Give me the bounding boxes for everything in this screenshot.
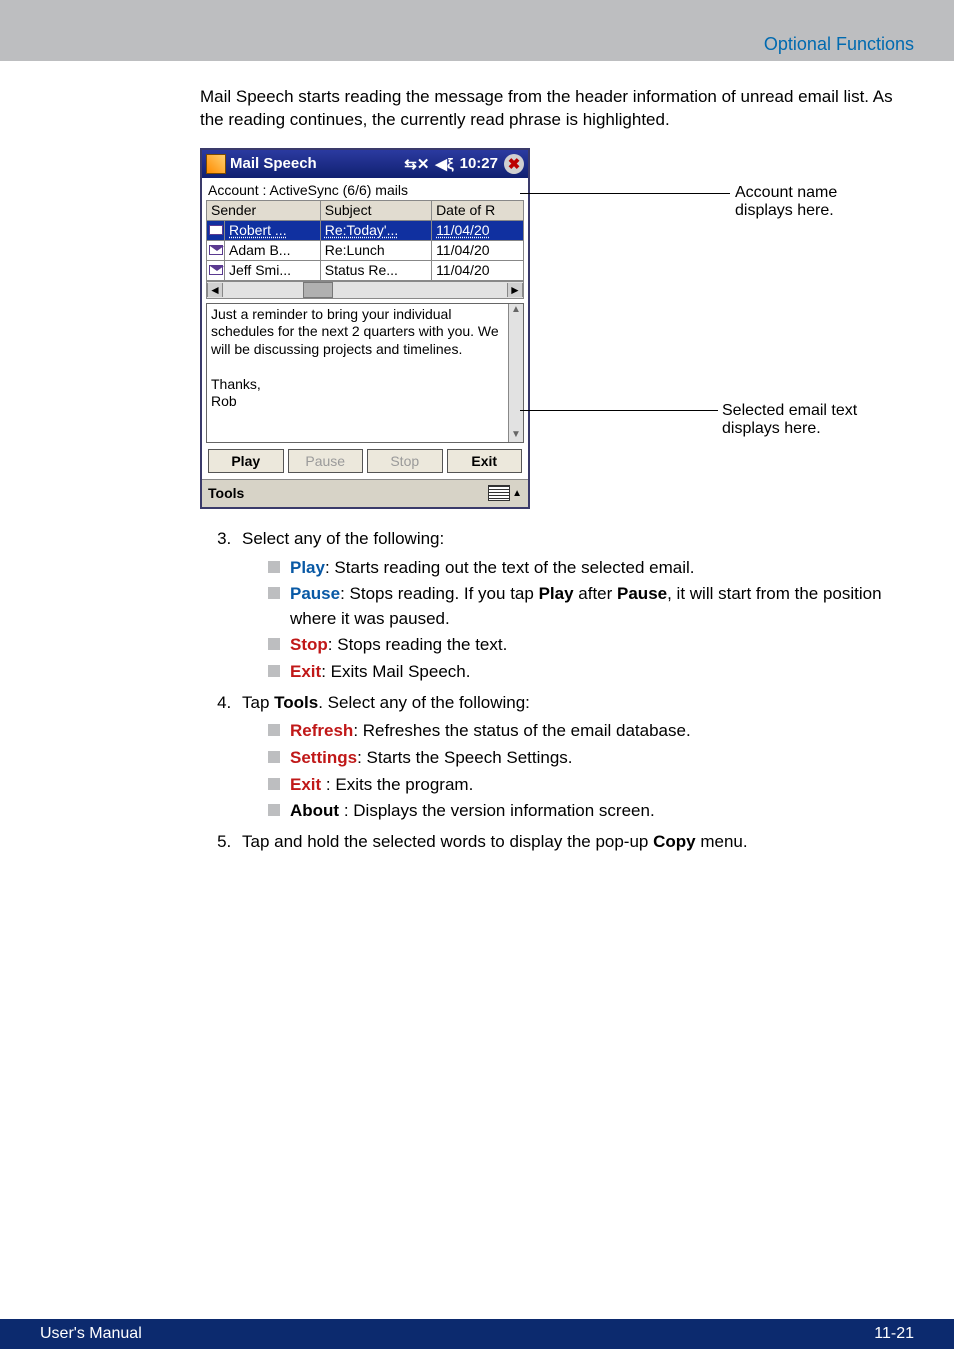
step-4: Tap Tools. Select any of the following: … — [236, 691, 914, 824]
list-item: About : Displays the version information… — [268, 799, 914, 824]
status-icons: ⇆✕ ◀ξ 10:27 ✖ — [404, 154, 524, 174]
app-icon — [206, 154, 226, 174]
cell-subject: Re:Lunch — [320, 240, 431, 260]
col-subject[interactable]: Subject — [320, 200, 431, 220]
mail-table: Sender Subject Date of R Robert ... Re:T… — [206, 200, 524, 281]
cell-subject: Re:Today'... — [320, 220, 431, 240]
menu-bar: Tools ▲ — [202, 479, 528, 507]
list-item: Exit : Exits the program. — [268, 773, 914, 798]
app-window: Mail Speech ⇆✕ ◀ξ 10:27 ✖ Account : Acti… — [200, 148, 530, 509]
footer-right: 11-21 — [874, 1325, 914, 1343]
list-item: Exit: Exits Mail Speech. — [268, 660, 914, 685]
list-item: Play: Starts reading out the text of the… — [268, 556, 914, 581]
button-row: Play Pause Stop Exit — [202, 449, 528, 479]
cell-sender: Adam B... — [225, 240, 321, 260]
callout-account: Account name displays here. — [735, 184, 890, 220]
close-icon[interactable]: ✖ — [504, 154, 524, 174]
horizontal-scrollbar[interactable]: ◄ ► — [206, 281, 524, 299]
list-item: Refresh: Refreshes the status of the ema… — [268, 719, 914, 744]
scroll-up-icon[interactable]: ▲ — [511, 304, 521, 317]
cell-sender: Robert ... — [225, 220, 321, 240]
step-3: Select any of the following: Play: Start… — [236, 527, 914, 685]
callout-body: Selected email text displays here. — [722, 402, 890, 438]
instruction-list: Select any of the following: Play: Start… — [200, 527, 914, 855]
closed-mail-icon — [209, 245, 223, 255]
step-5: Tap and hold the selected words to displ… — [236, 830, 914, 855]
vertical-scrollbar[interactable]: ▲ ▼ — [508, 304, 523, 442]
open-mail-icon — [209, 225, 223, 235]
col-sender[interactable]: Sender — [207, 200, 321, 220]
list-item: Stop: Stops reading the text. — [268, 633, 914, 658]
tools-menu[interactable]: Tools — [208, 485, 244, 501]
cell-date: 11/04/20 — [432, 220, 524, 240]
connectivity-icon: ⇆✕ — [404, 155, 429, 173]
title-bar: Mail Speech ⇆✕ ◀ξ 10:27 ✖ — [202, 150, 528, 178]
list-item: Pause: Stops reading. If you tap Play af… — [268, 582, 914, 631]
app-title: Mail Speech — [230, 155, 317, 172]
table-row[interactable]: Adam B... Re:Lunch 11/04/20 — [207, 240, 524, 260]
clock: 10:27 — [460, 155, 498, 172]
message-body[interactable]: Just a reminder to bring your individual… — [206, 303, 524, 443]
col-date[interactable]: Date of R — [432, 200, 524, 220]
play-button[interactable]: Play — [208, 449, 284, 473]
top-gray-bar — [0, 0, 954, 28]
exit-button[interactable]: Exit — [447, 449, 523, 473]
cell-sender: Jeff Smi... — [225, 260, 321, 280]
cell-date: 11/04/20 — [432, 260, 524, 280]
table-row[interactable]: Jeff Smi... Status Re... 11/04/20 — [207, 260, 524, 280]
keyboard-icon[interactable] — [488, 485, 510, 501]
stop-button[interactable]: Stop — [367, 449, 443, 473]
chevron-up-icon[interactable]: ▲ — [512, 488, 522, 499]
intro-paragraph: Mail Speech starts reading the message f… — [200, 86, 914, 132]
page-footer: User's Manual 11-21 — [0, 1319, 954, 1349]
pause-button[interactable]: Pause — [288, 449, 364, 473]
section-header: Optional Functions — [0, 28, 954, 61]
speaker-icon: ◀ξ — [435, 155, 453, 173]
table-row[interactable]: Robert ... Re:Today'... 11/04/20 — [207, 220, 524, 240]
scroll-thumb[interactable] — [303, 282, 333, 298]
section-title: Optional Functions — [764, 34, 914, 54]
message-text: Just a reminder to bring your individual… — [211, 306, 519, 411]
scroll-right-icon[interactable]: ► — [507, 283, 523, 297]
cell-date: 11/04/20 — [432, 240, 524, 260]
footer-left: User's Manual — [40, 1325, 142, 1343]
closed-mail-icon — [209, 265, 223, 275]
table-header-row: Sender Subject Date of R — [207, 200, 524, 220]
cell-subject: Status Re... — [320, 260, 431, 280]
scroll-left-icon[interactable]: ◄ — [207, 283, 223, 297]
account-line: Account : ActiveSync (6/6) mails — [202, 178, 528, 200]
list-item: Settings: Starts the Speech Settings. — [268, 746, 914, 771]
scroll-down-icon[interactable]: ▼ — [511, 429, 521, 442]
step-3-lead: Select any of the following: — [242, 529, 444, 548]
